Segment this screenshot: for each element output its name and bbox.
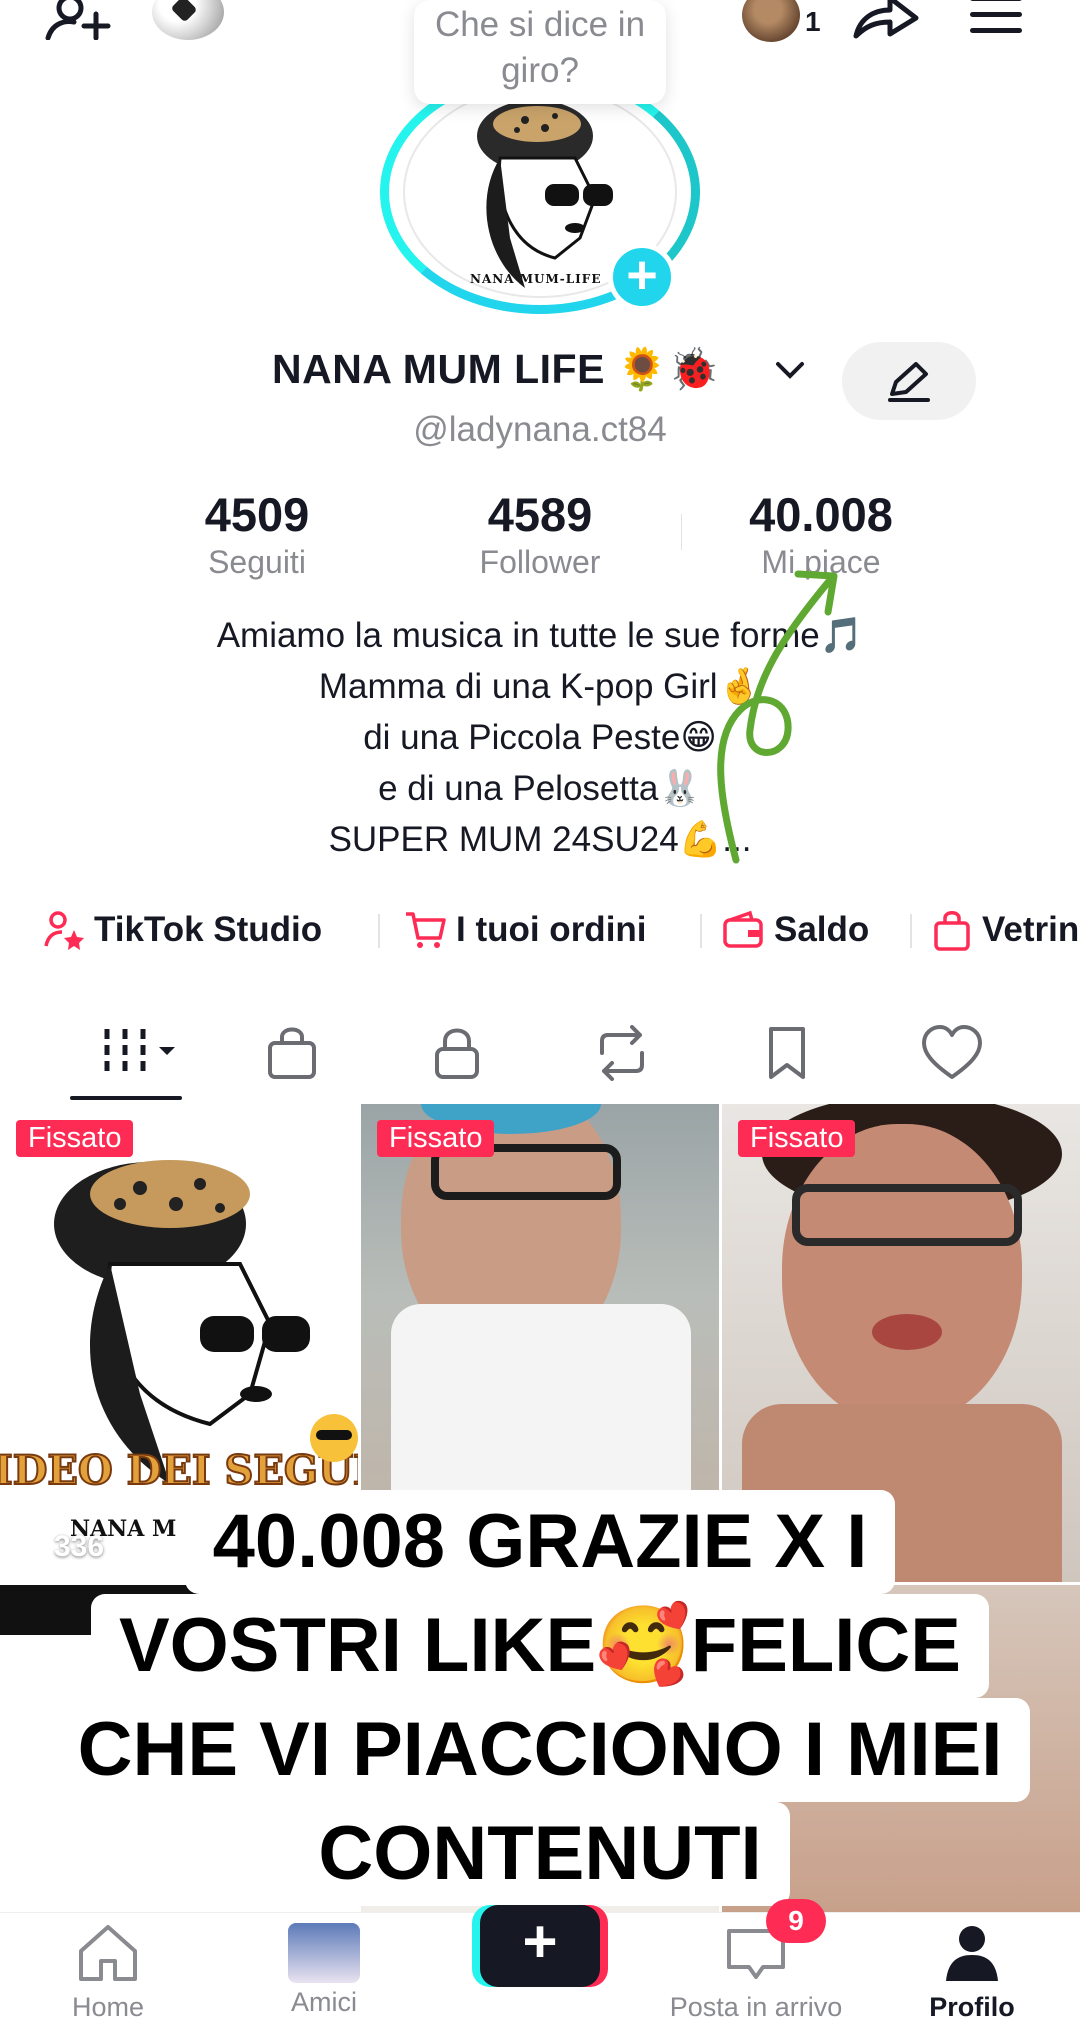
caption-line: 40.008 GRAZIE X I [184, 1490, 896, 1594]
bio-line: di una Piccola Peste😁 [363, 718, 717, 757]
nav-home[interactable]: Home [8, 1923, 208, 2023]
creator-star-icon [44, 910, 84, 950]
status-prompt-bubble[interactable]: Che si dice in giro? [414, 0, 666, 104]
thumbnail-title: IDEO DEI SEGUI [0, 1447, 358, 1494]
stat-following[interactable]: 4509 Seguiti [137, 488, 377, 582]
bio-line: Amiamo la musica in tutte le sue forme🎵 [216, 616, 864, 655]
tool-showcase[interactable]: Vetrina [932, 900, 1080, 960]
tool-label: TikTok Studio [94, 910, 323, 949]
add-friend-icon[interactable] [44, 0, 114, 41]
profile-bio[interactable]: Amiamo la musica in tutte le sue forme🎵 … [0, 610, 1080, 865]
tool-label: I tuoi ordini [456, 910, 647, 949]
username-handle: @ladynana.ct84 [413, 410, 667, 449]
edit-profile-button[interactable] [842, 342, 976, 420]
lock-icon [435, 1028, 479, 1079]
bookmark-icon [769, 1027, 805, 1079]
pencil-icon [888, 362, 930, 402]
cart-icon [404, 910, 446, 950]
thumbnail-glasses [792, 1184, 1022, 1246]
video-caption-overlay: 40.008 GRAZIE X I VOSTRI LIKE🥰FELICE CHE… [0, 1490, 1080, 1906]
caption-line: CONTENUTI [290, 1802, 790, 1906]
repost-icon [600, 1025, 644, 1081]
bio-line: SUPER MUM 24SU24💪... [328, 820, 752, 859]
bottom-navigation: Home Amici + Posta in arrivo 9 Profilo [0, 1899, 1080, 2032]
story-count: 1 [805, 6, 821, 37]
add-story-button[interactable]: + [608, 243, 676, 311]
tool-balance[interactable]: Saldo [722, 900, 869, 960]
hand-drawn-arrow [717, 570, 838, 864]
tool-label: Saldo [774, 910, 870, 949]
tab-liked[interactable] [912, 1020, 992, 1086]
content-tabs [0, 1008, 1080, 1104]
name-row: NANA MUM LIFE 🌻🐞 [0, 342, 1080, 420]
pinned-badge: Fissato [16, 1120, 134, 1157]
nav-friends[interactable]: Amici [224, 1923, 424, 2018]
heart-icon [922, 1025, 982, 1079]
stat-label: Follower [479, 544, 601, 580]
tab-saved[interactable] [747, 1020, 827, 1086]
active-tab-indicator [70, 1096, 182, 1100]
caption-line: CHE VI PIACCIONO I MIEI [49, 1698, 1031, 1802]
soccer-ball-icon[interactable] [152, 0, 224, 40]
stat-value: 4589 [487, 488, 593, 541]
pinned-badge: Fissato [377, 1120, 495, 1157]
thumbnail-mouth [872, 1314, 942, 1350]
share-icon[interactable] [850, 0, 922, 40]
shopping-bag-icon [268, 1027, 316, 1079]
tool-separator [700, 914, 702, 948]
stat-followers[interactable]: 4589 Follower [420, 488, 660, 582]
profile-icon [946, 1926, 998, 1981]
bio-line: e di una Pelosetta🐰 [378, 769, 702, 808]
tab-private[interactable] [417, 1020, 497, 1086]
create-button[interactable]: + [480, 1905, 600, 1987]
tool-orders[interactable]: I tuoi ordini [404, 900, 647, 960]
nav-label: Home [71, 1992, 145, 2022]
avatar-brand-text: NANA MUM-LIFE [470, 272, 602, 286]
tool-tiktok-studio[interactable]: TikTok Studio [44, 900, 322, 960]
tab-reposts[interactable] [582, 1020, 662, 1086]
tool-label: Vetrina [982, 910, 1080, 949]
story-avatar[interactable] [742, 0, 800, 42]
tool-separator [910, 914, 912, 948]
nav-label: Posta in arrivo [669, 1992, 843, 2022]
nav-label: Amici [291, 1987, 357, 2017]
display-name: NANA MUM LIFE 🌻🐞 [272, 346, 720, 392]
thumbnail-face [782, 1124, 1022, 1424]
tool-separator [378, 914, 380, 948]
nav-inbox[interactable]: Posta in arrivo [656, 1923, 856, 2023]
home-icon [79, 1925, 137, 1981]
stat-label: Seguiti [208, 544, 306, 580]
chevron-down-icon[interactable] [770, 356, 810, 386]
nav-label: Profilo [929, 1992, 1015, 2022]
pinned-badge: Fissato [738, 1120, 856, 1157]
nav-profile[interactable]: Profilo [872, 1923, 1072, 2023]
creator-tools-row: TikTok Studio I tuoi ordini Saldo Vetrin… [0, 900, 1080, 960]
stat-value: 40.008 [749, 488, 893, 541]
stat-value: 4509 [204, 488, 310, 541]
menu-icon[interactable] [970, 0, 1030, 36]
tab-videos[interactable] [96, 1020, 186, 1086]
wallet-icon [722, 910, 764, 950]
friends-avatar [288, 1923, 360, 1983]
tab-shop[interactable] [252, 1020, 332, 1086]
caption-line: VOSTRI LIKE🥰FELICE [90, 1594, 989, 1698]
bio-line: Mamma di una K-pop Girl🤞 [318, 667, 762, 706]
grid-icon [104, 1029, 175, 1077]
inbox-badge: 9 [766, 1899, 826, 1943]
stat-divider [681, 514, 682, 550]
shopping-bag-icon [932, 909, 972, 951]
